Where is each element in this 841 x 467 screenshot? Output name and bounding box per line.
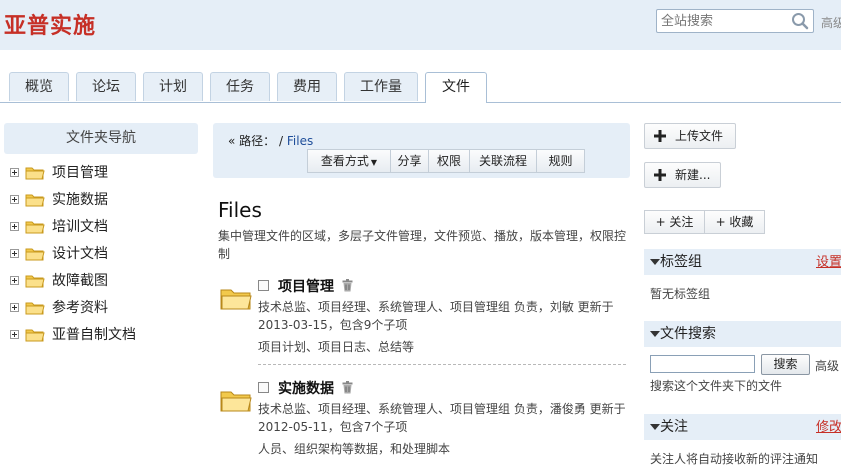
expand-icon[interactable]	[10, 303, 19, 312]
folder-icon	[25, 221, 45, 234]
folder-tree-label[interactable]: 故障截图	[52, 270, 108, 292]
tab-overview[interactable]: 概览	[9, 72, 69, 101]
follow-edit-link[interactable]: 修改	[816, 415, 841, 441]
folder-search-input[interactable]	[650, 355, 755, 373]
advanced-search-link[interactable]: 高级	[821, 14, 841, 31]
expand-icon[interactable]	[10, 330, 19, 339]
plus-icon	[654, 169, 666, 181]
tab-files[interactable]: 文件	[425, 72, 487, 103]
follow-section-header[interactable]: 关注 修改	[644, 414, 841, 440]
tab-bar: 概览 论坛 计划 任务 费用 工作量 文件	[0, 72, 841, 103]
tab-workload[interactable]: 工作量	[344, 72, 418, 101]
entry-tags: 人员、组织架构等数据，和处理脚本	[258, 442, 451, 456]
folder-icon	[25, 167, 45, 180]
entry-tags: 项目计划、项目日志、总结等	[258, 340, 415, 354]
caret-down-icon: ▼	[370, 158, 378, 167]
tags-empty-text: 暂无标签组	[650, 287, 711, 301]
follow-button[interactable]: + 关注	[644, 210, 705, 234]
new-item-button[interactable]: 新建...	[644, 162, 721, 188]
header-bar: 亚普实施 高级	[0, 0, 841, 50]
folder-tree-label[interactable]: 实施数据	[52, 189, 108, 211]
expand-icon[interactable]	[10, 168, 19, 177]
folder-icon	[25, 329, 45, 342]
new-item-label: 新建...	[675, 168, 711, 182]
entry-name[interactable]: 项目管理	[278, 276, 334, 296]
tab-tasks[interactable]: 任务	[210, 72, 270, 101]
site-search-box[interactable]	[656, 9, 814, 33]
view-mode-button[interactable]: 查看方式 ▼	[307, 149, 391, 173]
expand-icon[interactable]	[10, 195, 19, 204]
file-search-section-header[interactable]: 文件搜索	[644, 321, 841, 347]
trash-icon[interactable]	[342, 381, 353, 394]
folder-icon	[25, 302, 45, 315]
favorite-button[interactable]: + 收藏	[704, 210, 765, 234]
entry-divider	[258, 364, 626, 365]
follow-note: 关注人将自动接收新的评注通知	[650, 452, 819, 466]
expand-icon[interactable]	[10, 249, 19, 258]
folder-navigation-title: 文件夹导航	[4, 123, 198, 154]
breadcrumb-label: « 路径：	[228, 134, 276, 148]
folder-search-hint: 搜索这个文件夹下的文件	[650, 379, 783, 393]
folder-tree-label[interactable]: 亚普自制文档	[52, 324, 136, 346]
entry-meta: 技术总监、项目经理、系统管理人、项目管理组 负责，刘敏 更新于 2013-03-…	[258, 300, 614, 332]
folder-entry: 实施数据 技术总监、项目经理、系统管理人、项目管理组 负责，潘俊勇 更新于 20…	[218, 381, 628, 462]
site-logo[interactable]: 亚普实施	[4, 8, 96, 40]
folder-navigation: 文件夹导航	[4, 123, 198, 154]
expand-icon[interactable]	[10, 276, 19, 285]
tags-settings-link[interactable]: 设置	[816, 250, 841, 276]
folder-tree-label[interactable]: 项目管理	[52, 162, 108, 184]
file-search-section-title: 文件搜索	[660, 326, 716, 342]
folder-icon[interactable]	[220, 286, 252, 312]
tab-expenses[interactable]: 费用	[277, 72, 337, 101]
view-mode-label: 查看方式	[320, 154, 369, 168]
folder-icon	[25, 248, 45, 261]
breadcrumb-current[interactable]: Files	[287, 134, 313, 148]
folder-toolbar: 查看方式 ▼ 分享 权限 关联流程 规则	[307, 149, 585, 173]
page-title: Files	[218, 198, 262, 222]
follow-section-title: 关注	[660, 419, 688, 435]
collapse-triangle-icon[interactable]	[650, 331, 660, 337]
linked-flow-button[interactable]: 关联流程	[469, 149, 537, 173]
folder-icon[interactable]	[220, 388, 252, 414]
search-icon[interactable]	[791, 12, 809, 30]
entry-checkbox[interactable]	[258, 382, 269, 393]
site-search-input[interactable]	[661, 11, 786, 31]
collapse-triangle-icon[interactable]	[650, 259, 660, 265]
folder-tree-label[interactable]: 培训文档	[52, 216, 108, 238]
tab-plan[interactable]: 计划	[143, 72, 203, 101]
folder-icon	[25, 275, 45, 288]
folder-advanced-search-link[interactable]: 高级	[815, 357, 839, 374]
entry-meta: 技术总监、项目经理、系统管理人、项目管理组 负责，潘俊勇 更新于 2012-05…	[258, 402, 626, 434]
breadcrumb-separator: /	[279, 134, 284, 148]
tab-forum[interactable]: 论坛	[76, 72, 136, 101]
tags-section-header[interactable]: 标签组 设置	[644, 249, 841, 275]
folder-tree-label[interactable]: 参考资料	[52, 297, 108, 319]
expand-icon[interactable]	[10, 222, 19, 231]
folder-tree-label[interactable]: 设计文档	[52, 243, 108, 265]
permissions-button[interactable]: 权限	[428, 149, 470, 173]
folder-description: 集中管理文件的区域，多层子文件管理，文件预览、播放，版本管理，权限控制	[218, 229, 627, 261]
path-toolbar: « 路径： / Files 查看方式 ▼ 分享 权限 关联流程 规则	[213, 123, 630, 178]
breadcrumb: « 路径： / Files	[228, 132, 313, 149]
folder-entry: 项目管理 技术总监、项目经理、系统管理人、项目管理组 负责，刘敏 更新于 201…	[218, 279, 628, 360]
entry-checkbox[interactable]	[258, 280, 269, 291]
tags-section-title: 标签组	[660, 254, 702, 270]
upload-file-button[interactable]: 上传文件	[644, 123, 736, 149]
plus-icon	[654, 130, 666, 142]
folder-icon	[25, 194, 45, 207]
collapse-triangle-icon[interactable]	[650, 424, 660, 430]
share-button[interactable]: 分享	[390, 149, 429, 173]
entry-name[interactable]: 实施数据	[278, 378, 334, 398]
folder-search-button[interactable]: 搜索	[761, 354, 810, 375]
rules-button[interactable]: 规则	[536, 149, 585, 173]
trash-icon[interactable]	[342, 279, 353, 292]
upload-file-label: 上传文件	[675, 129, 724, 143]
